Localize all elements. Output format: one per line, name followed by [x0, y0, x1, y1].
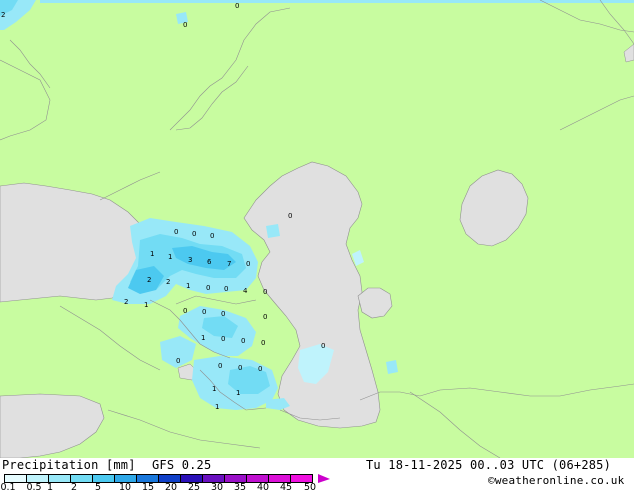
contour-label: 1	[212, 385, 216, 393]
contour-label: 0	[221, 310, 225, 318]
scale-swatch	[137, 475, 159, 482]
contour-label: 3	[188, 256, 192, 264]
contour-label: 0	[241, 337, 245, 345]
contour-label: 0	[202, 308, 206, 316]
contour-label: 0	[246, 260, 250, 268]
contour-label: 0	[183, 307, 187, 315]
contour-label: 1	[201, 334, 205, 342]
contour-label: 1	[144, 301, 148, 309]
credit-text[interactable]: ©weatheronline.co.uk	[488, 474, 624, 487]
contour-label: 0	[261, 339, 265, 347]
scale-swatch	[115, 475, 137, 482]
contour-label: 1	[186, 282, 190, 290]
contour-label: 0	[263, 313, 267, 321]
contour-label: 2	[166, 278, 170, 286]
scale-label: 0.1	[0, 482, 16, 490]
scale-swatch	[247, 475, 269, 482]
contour-label: 0	[192, 230, 196, 238]
scale-label: 10	[118, 482, 132, 490]
contour-label: 1	[168, 253, 172, 261]
scale-swatch	[181, 475, 203, 482]
contour-label: 0	[183, 21, 187, 29]
scale-swatch	[203, 475, 225, 482]
scale-swatch	[269, 475, 291, 482]
contour-label: 2	[147, 276, 151, 284]
precipitation-map: 2 0 0 0 0 0 1 1 3 6 7 0 2 2 1 0 0 4 0 2 1 0 0 0 1 0 0 0 0 0 0 0 0 1 1 1 0 0	[0, 0, 634, 458]
scale-label: 50	[303, 482, 317, 490]
scale-label: 2	[70, 482, 78, 490]
contour-label: 0	[235, 2, 239, 10]
scale-label: 1	[46, 482, 54, 490]
scale-swatch	[71, 475, 93, 482]
contour-label: 0	[218, 362, 222, 370]
contour-label: 1	[215, 403, 219, 411]
contour-label: 1	[236, 389, 240, 397]
contour-label: 6	[207, 258, 212, 266]
contour-label: 0	[263, 288, 267, 296]
contour-label: 0	[258, 365, 262, 373]
contour-label: 0	[221, 335, 225, 343]
contour-label: 4	[243, 287, 248, 295]
contour-label: 2	[124, 298, 128, 306]
scale-label: 0.5	[26, 482, 42, 490]
scale-swatch	[49, 475, 71, 482]
contour-label: 7	[227, 260, 231, 268]
scale-swatch	[5, 475, 27, 482]
scale-label: 5	[94, 482, 102, 490]
scale-label: 25	[187, 482, 201, 490]
scale-swatch	[225, 475, 247, 482]
scale-swatch	[159, 475, 181, 482]
scale-swatch	[27, 475, 49, 482]
scale-label: 45	[279, 482, 293, 490]
scale-label: 30	[210, 482, 224, 490]
map-footer: Precipitation [mm] GFS 0.25 Tu 18-11-202…	[0, 458, 634, 490]
scale-label: 15	[141, 482, 155, 490]
contour-label: 0	[238, 364, 242, 372]
weather-map-page: 20000011367022100402100010000000011100 P…	[0, 0, 634, 490]
contour-label: 0	[206, 284, 210, 292]
contour-label: 1	[150, 250, 154, 258]
scale-label: 40	[256, 482, 270, 490]
scale-labels: 0.1 0.5 1 2 5 10 15 20 25 30 35 40 45 50	[0, 482, 340, 490]
valid-time: Tu 18-11-2025 00..03 UTC (06+285)	[366, 458, 612, 472]
contour-label: 0	[210, 232, 214, 240]
contour-label: 0	[174, 228, 178, 236]
scale-swatch	[93, 475, 115, 482]
contour-label: 2	[1, 11, 5, 19]
contour-label: 0	[288, 212, 292, 220]
scale-label: 35	[233, 482, 247, 490]
map-title: Precipitation [mm]	[2, 458, 136, 472]
scale-label: 20	[164, 482, 178, 490]
scale-swatch	[291, 475, 313, 482]
contour-label: 0	[176, 357, 180, 365]
model-name: GFS 0.25	[152, 458, 212, 472]
contour-label: 0	[321, 342, 325, 350]
contour-label: 0	[224, 285, 228, 293]
